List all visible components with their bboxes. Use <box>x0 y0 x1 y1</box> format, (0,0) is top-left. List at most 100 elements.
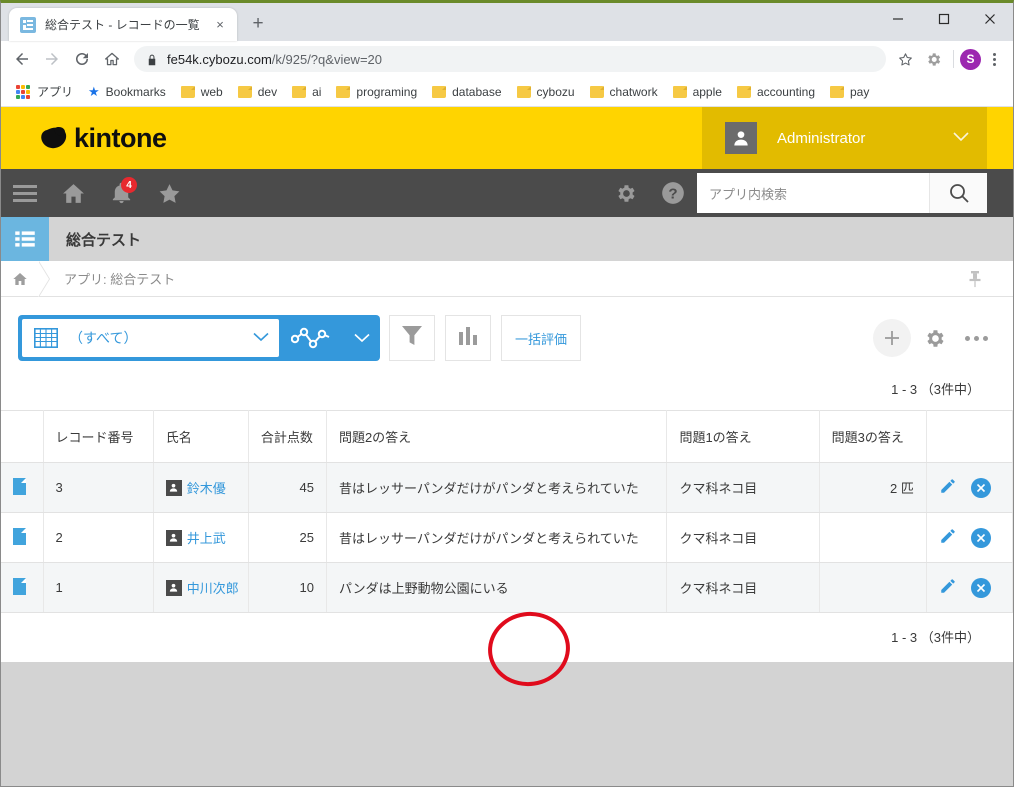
gear-icon[interactable] <box>601 169 649 217</box>
row-doc-cell[interactable] <box>1 512 44 563</box>
chart-button[interactable] <box>445 315 491 361</box>
row-doc-cell[interactable] <box>1 462 44 513</box>
table-grid-icon <box>34 328 58 348</box>
new-tab-button[interactable]: + <box>244 10 272 38</box>
home-icon[interactable] <box>1 271 39 287</box>
forward-arrow-icon[interactable] <box>37 44 67 74</box>
add-record-button[interactable] <box>873 319 911 357</box>
minimize-icon[interactable] <box>875 3 921 35</box>
folder-icon <box>336 85 351 98</box>
bulk-evaluate-button[interactable]: 一括評価 <box>501 315 581 361</box>
folder-icon <box>180 85 195 98</box>
bookmark-label: dev <box>257 84 278 99</box>
bell-icon[interactable]: 4 <box>97 169 145 217</box>
table-row[interactable]: 2 井上武 25 昔はレッサーパンダだけがパンダと考えられていた クマ科ネコ目 <box>1 512 1013 563</box>
bookmark-label: chatwork <box>609 84 658 99</box>
hamburger-icon[interactable] <box>1 169 49 217</box>
bookmark-accounting[interactable]: accounting <box>730 82 822 102</box>
table-row[interactable]: 3 鈴木優 45 昔はレッサーパンダだけがパンダと考えられていた クマ科ネコ目 … <box>1 462 1013 513</box>
chevron-down-icon <box>253 329 269 347</box>
back-arrow-icon[interactable] <box>7 44 37 74</box>
profile-avatar[interactable]: S <box>960 48 981 70</box>
home-icon[interactable] <box>49 169 97 217</box>
close-icon[interactable] <box>967 3 1013 35</box>
graph-icon[interactable] <box>279 316 345 360</box>
folder-icon <box>589 85 604 98</box>
table-body: 3 鈴木優 45 昔はレッサーパンダだけがパンダと考えられていた クマ科ネコ目 … <box>1 462 1013 613</box>
record-table: レコード番号 氏名 合計点数 問題2の答え 問題1の答え 問題3の答え 3 鈴木… <box>1 410 1013 613</box>
reload-icon[interactable] <box>67 44 97 74</box>
kintone-logo[interactable]: kintone <box>39 123 167 154</box>
column-header-answer3[interactable]: 問題3の答え <box>819 410 927 463</box>
bookmark-apple[interactable]: apple <box>666 82 729 102</box>
delete-circle-icon[interactable] <box>970 577 991 598</box>
breadcrumb-separator <box>38 260 50 297</box>
column-header-name[interactable]: 氏名 <box>153 410 249 463</box>
bookmark-label: programing <box>356 84 418 99</box>
bookmark-web[interactable]: web <box>174 82 230 102</box>
filter-button[interactable] <box>389 315 435 361</box>
page-background <box>1 662 1013 756</box>
url-host: fe54k.cybozu.com <box>167 51 272 67</box>
bookmark-apps[interactable]: アプリ <box>9 80 80 103</box>
question-mark-icon[interactable]: ? <box>649 169 697 217</box>
row-answer1: クマ科ネコ目 <box>666 562 820 613</box>
delete-circle-icon[interactable] <box>970 527 991 548</box>
bookmark-chatwork[interactable]: chatwork <box>583 82 665 102</box>
pencil-icon[interactable] <box>939 527 957 548</box>
browser-tab[interactable]: 総合テスト - レコードの一覧 × <box>9 8 237 41</box>
star-icon[interactable] <box>145 169 193 217</box>
column-header-score[interactable]: 合計点数 <box>248 410 327 463</box>
home-icon[interactable] <box>97 44 127 74</box>
star-outline-icon[interactable] <box>891 45 919 73</box>
table-row[interactable]: 1 中川次郎 10 パンダは上野動物公園にいる クマ科ネコ目 <box>1 562 1013 613</box>
row-user-link[interactable]: 中川次郎 <box>187 578 239 597</box>
url-path: /k/925/?q&view=20 <box>271 51 382 67</box>
extension-gear-icon[interactable] <box>919 45 947 73</box>
bookmark-pay[interactable]: pay <box>823 82 876 102</box>
pencil-icon[interactable] <box>939 477 957 498</box>
column-header-answer1[interactable]: 問題1の答え <box>666 410 820 463</box>
document-icon[interactable] <box>13 577 26 595</box>
more-options-button[interactable] <box>957 319 995 357</box>
bookmark-programing[interactable]: programing <box>329 82 424 102</box>
breadcrumb-label[interactable]: アプリ: 総合テスト <box>64 269 175 288</box>
view-selector[interactable]: （すべて） <box>19 316 379 360</box>
address-bar[interactable]: fe54k.cybozu.com/k/925/?q&view=20 <box>134 46 886 72</box>
toolbar-divider <box>953 50 954 68</box>
document-icon[interactable] <box>13 477 26 495</box>
search-input[interactable]: アプリ内検索 <box>697 173 929 213</box>
list-toolbar: （すべて） 一括評価 <box>1 297 1013 692</box>
pencil-icon[interactable] <box>939 577 957 598</box>
bookmark-database[interactable]: database <box>425 82 508 102</box>
pin-icon[interactable] <box>968 270 982 293</box>
app-title-bar: 総合テスト <box>1 217 1013 261</box>
bookmark-cybozu[interactable]: cybozu <box>510 82 582 102</box>
row-user-link[interactable]: 井上武 <box>187 528 226 547</box>
chevron-down-icon[interactable] <box>345 316 379 360</box>
app-settings-button[interactable] <box>915 319 953 357</box>
user-menu[interactable]: Administrator <box>702 107 987 169</box>
document-icon[interactable] <box>13 527 26 545</box>
kebab-menu-icon[interactable] <box>981 45 1007 73</box>
bookmark-label: pay <box>850 84 870 99</box>
row-score: 25 <box>248 512 327 563</box>
delete-circle-icon[interactable] <box>970 477 991 498</box>
bookmark-dev[interactable]: dev <box>231 82 284 102</box>
view-dropdown[interactable]: （すべて） <box>22 319 279 357</box>
kintone-app-icon <box>20 16 36 33</box>
bookmark-label: Bookmarks <box>105 84 166 99</box>
row-user-link[interactable]: 鈴木優 <box>187 478 226 497</box>
column-header-answer2[interactable]: 問題2の答え <box>326 410 668 463</box>
row-answer2: 昔はレッサーパンダだけがパンダと考えられていた <box>326 512 668 563</box>
star-icon: ★ <box>88 84 100 99</box>
bookmark-ai[interactable]: ai <box>285 82 328 102</box>
bookmark-bookmarks[interactable]: ★ Bookmarks <box>81 82 173 102</box>
search-icon[interactable] <box>929 173 987 213</box>
view-name: （すべて） <box>69 330 138 346</box>
close-icon[interactable]: × <box>211 16 229 34</box>
column-header-record-no[interactable]: レコード番号 <box>43 410 154 463</box>
maximize-icon[interactable] <box>921 3 967 35</box>
row-doc-cell[interactable] <box>1 562 44 613</box>
row-name-cell: 鈴木優 <box>153 462 249 513</box>
